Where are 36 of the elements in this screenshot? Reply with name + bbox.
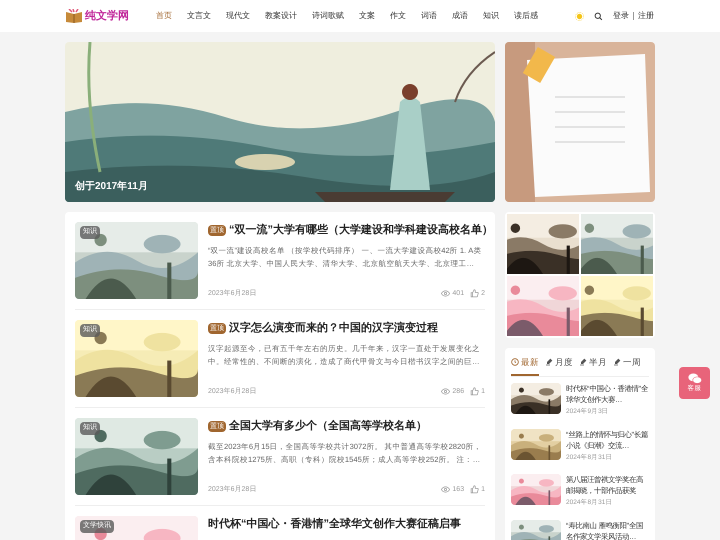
eye-icon (441, 485, 450, 494)
nav-link[interactable]: 文案 (359, 10, 375, 22)
nav-link[interactable]: 作文 (390, 10, 406, 22)
nav-link[interactable]: 文言文 (187, 10, 211, 22)
register-link[interactable]: 注册 (638, 10, 654, 22)
thumbs-up-icon (470, 387, 480, 396)
thumbs-up-icon (470, 485, 480, 494)
article-title[interactable]: 汉字怎么演变而来的？中国的汉字演变过程 (229, 320, 438, 336)
site-logo[interactable]: 纯文学网 (85, 8, 129, 24)
pen-icon (579, 358, 587, 366)
tab[interactable]: 半月 (579, 356, 607, 376)
nav-link[interactable]: 词语 (421, 10, 437, 22)
tab[interactable]: 一周 (613, 356, 641, 376)
chat-icon (688, 372, 702, 384)
article-title[interactable]: 全国大学有多少个（全国高等学校名单） (229, 418, 427, 434)
article-title[interactable]: “双一流”大学有哪些（大学建设和学科建设高校名单） (229, 222, 493, 238)
pen-icon (545, 358, 553, 366)
article-title[interactable]: 时代杯“中国心・香港情”全球华文创作大赛征稿启事 (208, 516, 461, 532)
login-link[interactable]: 登录 (613, 10, 629, 22)
eye-icon (441, 289, 450, 298)
nav-link[interactable]: 首页 (156, 10, 172, 22)
nav-link[interactable]: 读后感 (514, 10, 538, 22)
nav-link[interactable]: 诗词歌赋 (312, 10, 344, 22)
eye-icon (441, 387, 450, 396)
thumbs-up-icon (470, 289, 480, 298)
book-logo-icon (66, 9, 82, 23)
nav-link[interactable]: 知识 (483, 10, 499, 22)
nav-link[interactable]: 现代文 (226, 10, 250, 22)
clock-icon (511, 358, 519, 366)
search-icon[interactable] (594, 12, 603, 20)
tab[interactable]: 月度 (545, 356, 573, 376)
banner-caption: 创于2017年11月 (75, 180, 148, 194)
tab[interactable]: 最新 (511, 356, 539, 376)
pen-icon (613, 358, 621, 366)
nav-link[interactable]: 教案设计 (265, 10, 297, 22)
nav-link[interactable]: 成语 (452, 10, 468, 22)
